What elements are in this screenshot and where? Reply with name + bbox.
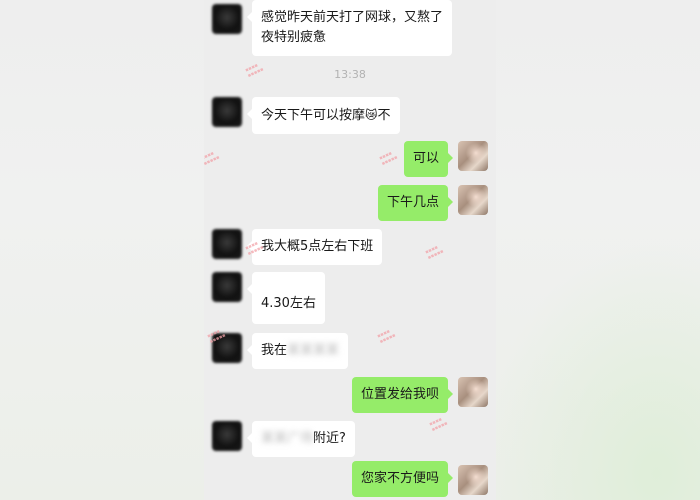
message-text: 今天下午可以按摩 [261,108,366,123]
cat-emoji-icon: 😿 [365,108,378,122]
message-bubble-10[interactable]: 您家不方便吗 [351,461,454,497]
watermark: ▪▪▪▪ ▪▪▪▪▪ [378,150,399,168]
message-text: 我在 [261,343,288,358]
contact-avatar[interactable] [212,272,242,302]
message-bubble-2[interactable]: 今天下午可以按摩😿不 [247,97,400,134]
redacted-location-text: 某某某某 [287,343,340,358]
message-bubble-8[interactable]: 位置发给我呗 [351,377,454,413]
message-bubble-7[interactable]: 我在某某某某 [246,333,349,369]
message-text: 附近? [313,431,346,446]
message-text: 感觉昨天前天打了网球，又熬了 [261,10,444,25]
message-bubble-1[interactable]: 感觉昨天前天打了网球，又熬了 夜特别疲惫 [246,0,453,56]
self-avatar[interactable] [458,141,488,171]
message-text: 不 [377,108,391,123]
message-text: 4.30左右 [261,296,316,311]
message-text: 下午几点 [386,195,439,210]
watermark: ▪▪▪▪ ▪▪▪▪▪ [204,150,221,168]
message-text: 您家不方便吗 [360,471,439,486]
contact-avatar[interactable] [212,229,242,259]
contact-avatar[interactable] [212,4,242,34]
contact-avatar[interactable] [212,97,242,127]
self-avatar[interactable] [458,185,488,215]
message-text: 我大概5点左右下班 [261,239,374,254]
chat-window[interactable]: 感觉昨天前天打了网球，又熬了 夜特别疲惫 13:38 今天下午可以按摩😿不 可以… [204,0,496,500]
redacted-location-text: 某某广场 [261,431,314,446]
message-bubble-9[interactable]: 某某广场附近? [247,421,355,457]
watermark: ▪▪▪▪ ▪▪▪▪▪ [424,244,445,262]
watermark: ▪▪▪▪ ▪▪▪▪▪ [428,416,449,434]
message-text: 可以 [412,151,439,166]
self-avatar[interactable] [458,465,488,495]
message-bubble-6[interactable]: 4.30左右 [247,272,325,324]
watermark: ▪▪▪▪ ▪▪▪▪▪ [376,328,397,346]
background-glow [480,240,700,500]
message-text: 位置发给我呗 [360,387,439,402]
contact-avatar[interactable] [212,421,242,451]
message-text: 夜特别疲惫 [261,30,327,45]
message-bubble-5[interactable]: 我大概5点左右下班 [246,229,383,265]
self-avatar[interactable] [458,377,488,407]
message-bubble-4[interactable]: 下午几点 [377,185,454,221]
message-bubble-3[interactable]: 可以 [403,141,454,177]
